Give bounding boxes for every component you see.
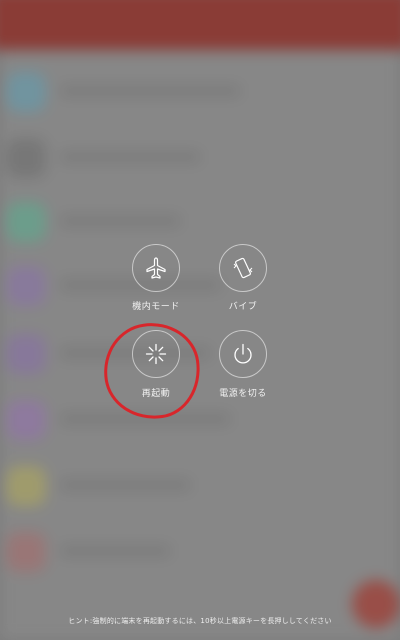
airplane-icon <box>143 255 169 281</box>
power-off-label: 電源を切る <box>219 389 267 399</box>
power-icon <box>230 341 256 367</box>
hint-text: ヒント:強制的に端末を再起動するには、10秒以上電源キーを長押ししてください <box>68 617 332 625</box>
vibrate-button[interactable] <box>219 244 267 292</box>
dim-overlay <box>0 0 400 640</box>
airplane-mode-button[interactable] <box>132 244 180 292</box>
power-off-button[interactable] <box>219 330 267 378</box>
vibrate-label: バイブ <box>228 302 258 312</box>
power-menu-screen: 機内モード バイブ 再起動 電源を切る ヒント:強制的に端末を再起動するには、1… <box>0 0 400 640</box>
airplane-mode-label: 機内モード <box>132 302 180 312</box>
vibrate-phone-icon <box>230 255 256 281</box>
